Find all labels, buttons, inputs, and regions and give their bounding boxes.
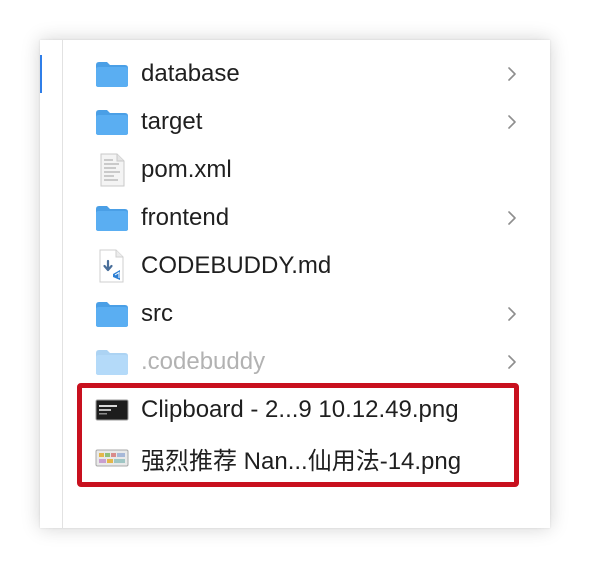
png-thumbnail-icon [94, 440, 130, 476]
list-item-codebuddy-folder[interactable]: .codebuddy [94, 338, 534, 386]
item-name: 强烈推荐 Nan...仙用法-14.png [141, 447, 462, 475]
list-item-frontend[interactable]: frontend [94, 194, 534, 242]
png-thumbnail-icon [94, 392, 130, 428]
item-name: src [141, 300, 173, 327]
list-item-pom-xml[interactable]: pom.xml [94, 146, 534, 194]
list-item-nano-png[interactable]: 强烈推荐 Nan...仙用法-14.png [94, 434, 534, 482]
folder-icon [94, 344, 130, 380]
chevron-right-icon[interactable] [506, 306, 518, 322]
finder-window: database target pom.xml frontend CODEBUD… [40, 40, 550, 528]
markdown-file-icon [94, 248, 130, 284]
item-name: database [141, 60, 240, 87]
item-name: Clipboard - 2...9 10.12.49.png [141, 396, 459, 423]
item-name: CODEBUDDY.md [141, 252, 332, 279]
xml-file-icon [94, 152, 130, 188]
sidebar-selection-accent [40, 55, 42, 93]
sidebar-divider [62, 40, 63, 528]
folder-icon [94, 104, 130, 140]
list-item-clipboard-png[interactable]: Clipboard - 2...9 10.12.49.png [94, 386, 534, 434]
item-name: pom.xml [141, 156, 232, 183]
item-name: target [141, 108, 203, 135]
chevron-right-icon[interactable] [506, 354, 518, 370]
file-list: database target pom.xml frontend CODEBUD… [94, 50, 534, 482]
list-item-database[interactable]: database [94, 50, 534, 98]
screenshot-stage: database target pom.xml frontend CODEBUD… [0, 0, 590, 568]
chevron-right-icon[interactable] [506, 66, 518, 82]
list-item-target[interactable]: target [94, 98, 534, 146]
chevron-right-icon[interactable] [506, 114, 518, 130]
folder-icon [94, 200, 130, 236]
list-item-codebuddy-md[interactable]: CODEBUDDY.md [94, 242, 534, 290]
list-item-src[interactable]: src [94, 290, 534, 338]
chevron-right-icon[interactable] [506, 210, 518, 226]
item-name: .codebuddy [141, 348, 266, 375]
item-name: frontend [141, 204, 230, 231]
folder-icon [94, 56, 130, 92]
folder-icon [94, 296, 130, 332]
